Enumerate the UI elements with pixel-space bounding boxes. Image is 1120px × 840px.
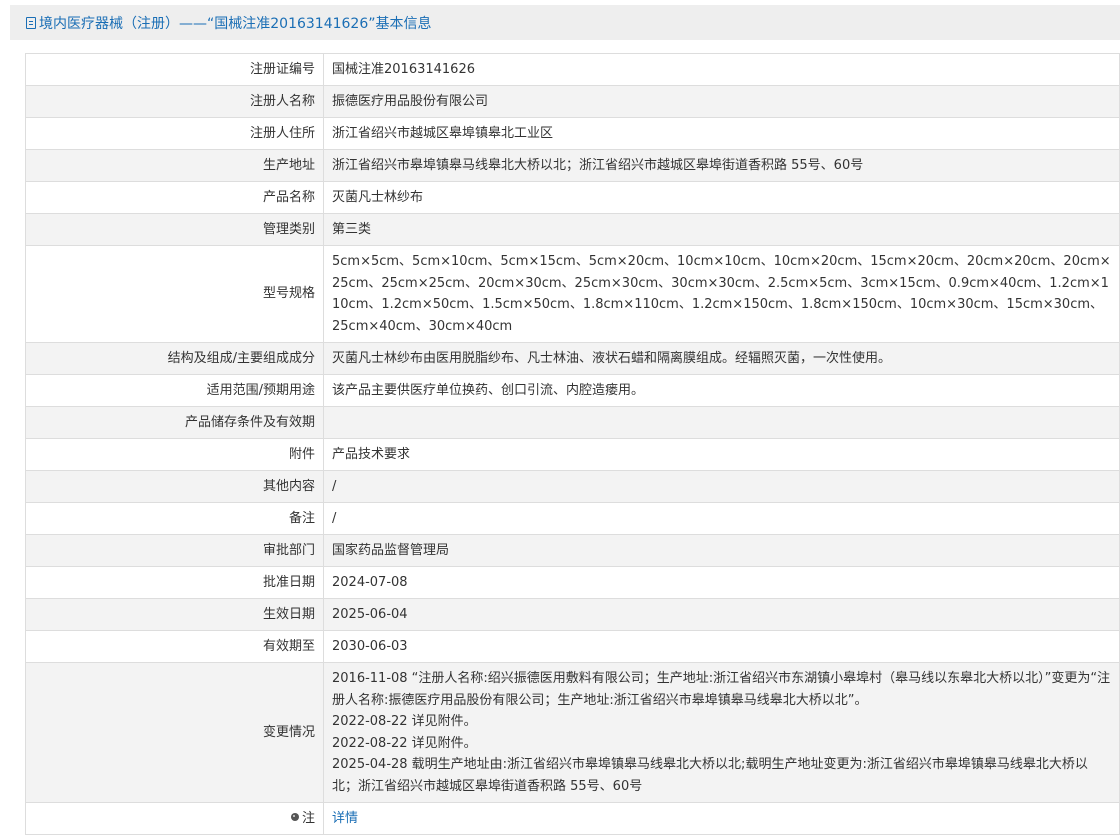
field-value: 第三类 <box>323 213 1120 246</box>
field-value: 浙江省绍兴市越城区皋埠镇皋北工业区 <box>323 117 1120 150</box>
field-value: 灭菌凡士林纱布 <box>323 181 1120 214</box>
field-label: 注册人名称 <box>25 85 324 118</box>
change-entry: 2022-08-22 详见附件。 <box>332 714 477 729</box>
change-history-row: 变更情况 2016-11-08 “注册人名称:绍兴振德医用敷料有限公司；生产地址… <box>25 662 1120 803</box>
info-table: 注册证编号 国械注准20163141626 注册人名称 振德医疗用品股份有限公司… <box>25 53 1120 835</box>
field-value: 产品技术要求 <box>323 438 1120 471</box>
table-row: 注册人住所 浙江省绍兴市越城区皋埠镇皋北工业区 <box>25 117 1120 150</box>
detail-link[interactable]: 详情 <box>332 811 358 826</box>
table-row: 型号规格 5cm×5cm、5cm×10cm、5cm×15cm、5cm×20cm、… <box>25 245 1120 343</box>
field-label: 结构及组成/主要组成成分 <box>25 342 324 375</box>
table-row: 生效日期 2025-06-04 <box>25 598 1120 631</box>
field-label: 有效期至 <box>25 630 324 663</box>
table-row: 产品名称 灭菌凡士林纱布 <box>25 181 1120 214</box>
field-label: 管理类别 <box>25 213 324 246</box>
table-row: 备注 / <box>25 502 1120 535</box>
table-row: 管理类别 第三类 <box>25 213 1120 246</box>
table-row: 有效期至 2030-06-03 <box>25 630 1120 663</box>
table-row: 注册证编号 国械注准20163141626 <box>25 53 1120 86</box>
field-value: 2024-07-08 <box>323 566 1120 599</box>
location-pin-icon <box>290 813 299 822</box>
field-label: 生产地址 <box>25 149 324 182</box>
field-value: 2025-06-04 <box>323 598 1120 631</box>
table-row: 附件 产品技术要求 <box>25 438 1120 471</box>
field-label: 型号规格 <box>25 245 324 343</box>
document-icon <box>26 16 36 29</box>
change-entry: 2022-08-22 详见附件。 <box>332 735 477 751</box>
note-label: 注 <box>301 810 315 826</box>
field-label: 产品储存条件及有效期 <box>25 406 324 439</box>
field-label: 注册证编号 <box>25 53 324 86</box>
change-entry: 2016-11-08 “注册人名称:绍兴振德医用敷料有限公司；生产地址:浙江省绍… <box>332 671 1111 708</box>
table-row: 生产地址 浙江省绍兴市皋埠镇皋马线皋北大桥以北；浙江省绍兴市越城区皋埠街道香积路… <box>25 149 1120 182</box>
table-row: 结构及组成/主要组成成分 灭菌凡士林纱布由医用脱脂纱布、凡士林油、液状石蜡和隔离… <box>25 342 1120 375</box>
field-label: 注册人住所 <box>25 117 324 150</box>
field-label: 适用范围/预期用途 <box>25 374 324 407</box>
table-row: 适用范围/预期用途 该产品主要供医疗单位换药、创口引流、内腔造瘘用。 <box>25 374 1120 407</box>
page-title: 境内医疗器械（注册）——“国械注准20163141626”基本信息 <box>39 15 432 32</box>
note-value: 详情 <box>323 802 1120 835</box>
table-row: 其他内容 / <box>25 470 1120 503</box>
field-value: 5cm×5cm、5cm×10cm、5cm×15cm、5cm×20cm、10cm×… <box>323 245 1120 343</box>
field-value: 国家药品监督管理局 <box>323 534 1120 567</box>
field-value: 国械注准20163141626 <box>323 53 1120 86</box>
field-label: 附件 <box>25 438 324 471</box>
field-label: 审批部门 <box>25 534 324 567</box>
field-value: 浙江省绍兴市皋埠镇皋马线皋北大桥以北；浙江省绍兴市越城区皋埠街道香积路 55号、… <box>323 149 1120 182</box>
field-label: 批准日期 <box>25 566 324 599</box>
field-value: 灭菌凡士林纱布由医用脱脂纱布、凡士林油、液状石蜡和隔离膜组成。经辐照灭菌，一次性… <box>323 342 1120 375</box>
note-row: 注 详情 <box>25 802 1120 835</box>
field-label: 其他内容 <box>25 470 324 503</box>
note-label-cell: 注 <box>25 802 324 835</box>
field-value: 2030-06-03 <box>323 630 1120 663</box>
field-value: / <box>323 470 1120 503</box>
field-value <box>323 406 1120 439</box>
field-value: 该产品主要供医疗单位换药、创口引流、内腔造瘘用。 <box>323 374 1120 407</box>
table-row: 批准日期 2024-07-08 <box>25 566 1120 599</box>
change-history: 2016-11-08 “注册人名称:绍兴振德医用敷料有限公司；生产地址:浙江省绍… <box>323 662 1120 803</box>
table-row: 审批部门 国家药品监督管理局 <box>25 534 1120 567</box>
field-label: 生效日期 <box>25 598 324 631</box>
field-label: 变更情况 <box>25 662 324 803</box>
field-label: 产品名称 <box>25 181 324 214</box>
page-header: 境内医疗器械（注册）——“国械注准20163141626”基本信息 <box>10 5 1120 40</box>
field-value: 振德医疗用品股份有限公司 <box>323 85 1120 118</box>
table-row: 注册人名称 振德医疗用品股份有限公司 <box>25 85 1120 118</box>
field-label: 备注 <box>25 502 324 535</box>
field-value: / <box>323 502 1120 535</box>
table-row: 产品储存条件及有效期 <box>25 406 1120 439</box>
change-entry: 2025-04-28 载明生产地址由:浙江省绍兴市皋埠镇皋马线皋北大桥以北;载明… <box>332 757 1088 794</box>
